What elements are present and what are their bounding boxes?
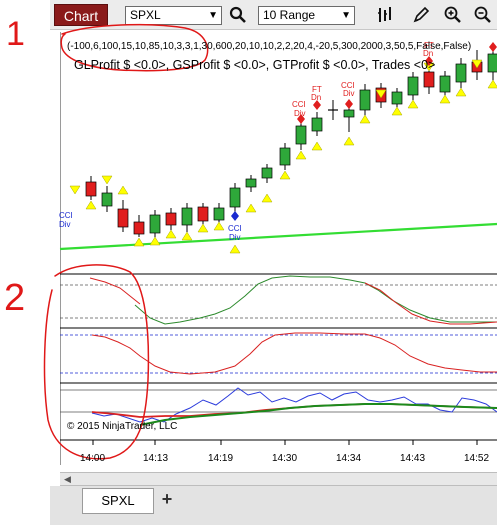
- signal-diamond-red: [489, 42, 497, 52]
- x-tick-label: 14:43: [400, 453, 426, 464]
- ninjatrader-chart-window: Chart SPXL ▼ 10 Range ▼ CCI Div CCI Div …: [0, 0, 497, 525]
- candle-bull: [487, 53, 497, 73]
- candle-bull: [229, 187, 241, 208]
- candle-bull: [455, 63, 467, 83]
- candle-bull: [213, 207, 225, 221]
- candle-bull: [101, 192, 113, 207]
- oscillator-red-line: [89, 277, 141, 305]
- horizontal-scrollbar[interactable]: ◀: [60, 472, 497, 486]
- signal-label-dn: Dn: [311, 93, 321, 102]
- oscillator-green-line: [134, 275, 497, 325]
- strategy-parameters: (-100,6,100,15,10,85,10,3,3,1,30,600,20,…: [67, 41, 472, 52]
- candle-bull: [181, 207, 193, 226]
- add-tab-button[interactable]: +: [157, 489, 177, 511]
- profit-summary: GLProfit $ <0.0>, GSProfit $ <0.0>, GTPr…: [74, 58, 436, 72]
- indicator2-red-line: [91, 332, 497, 375]
- candle-bull: [245, 178, 257, 188]
- signal-diamond-blue: [231, 211, 239, 221]
- moving-average-line: [59, 222, 497, 251]
- candle-bull: [391, 91, 403, 105]
- candle-bull: [261, 167, 273, 179]
- candle-bull: [149, 214, 161, 234]
- signal-label-div: Div: [343, 89, 355, 98]
- scroll-left-arrow-icon[interactable]: ◀: [64, 473, 71, 486]
- signal-label-cci: CCI: [228, 224, 242, 233]
- candle-bear: [197, 206, 209, 222]
- candle-bear: [133, 221, 145, 235]
- candle-bear: [85, 181, 97, 197]
- candle-bull: [311, 117, 323, 132]
- x-tick-label: 14:52: [464, 453, 490, 464]
- x-tick-label: 14:19: [208, 453, 234, 464]
- candle-bull: [279, 147, 291, 166]
- candle-bear: [117, 208, 129, 228]
- candle-bull: [295, 125, 307, 145]
- annotation-number-two: 2: [4, 277, 25, 319]
- x-axis: [92, 440, 478, 445]
- signal-label-div: Div: [59, 220, 71, 229]
- signal-label-div: Div: [229, 233, 241, 242]
- signal-label-cci: CCI: [59, 211, 73, 220]
- candle-bull: [439, 75, 451, 93]
- candle-bear: [165, 212, 177, 226]
- indicator3-green-line: [139, 403, 497, 426]
- signal-label-cci: CCI: [292, 100, 306, 109]
- signal-diamond-red: [345, 99, 353, 109]
- candle-bear: [423, 71, 435, 88]
- annotation-number-one: 1: [6, 15, 25, 53]
- x-tick-label: 14:13: [143, 453, 169, 464]
- x-tick-label: 14:00: [80, 453, 106, 464]
- tab-spxl[interactable]: SPXL: [82, 488, 154, 514]
- candle-bull: [343, 109, 355, 118]
- copyright-text: © 2015 NinjaTrader, LLC: [67, 421, 178, 432]
- x-tick-label: 14:34: [336, 453, 362, 464]
- candlestick-series: [85, 48, 497, 240]
- x-tick-label: 14:30: [272, 453, 298, 464]
- signal-label-div: Div: [294, 109, 306, 118]
- candle-bull: [407, 76, 419, 96]
- candle-bull: [359, 89, 371, 111]
